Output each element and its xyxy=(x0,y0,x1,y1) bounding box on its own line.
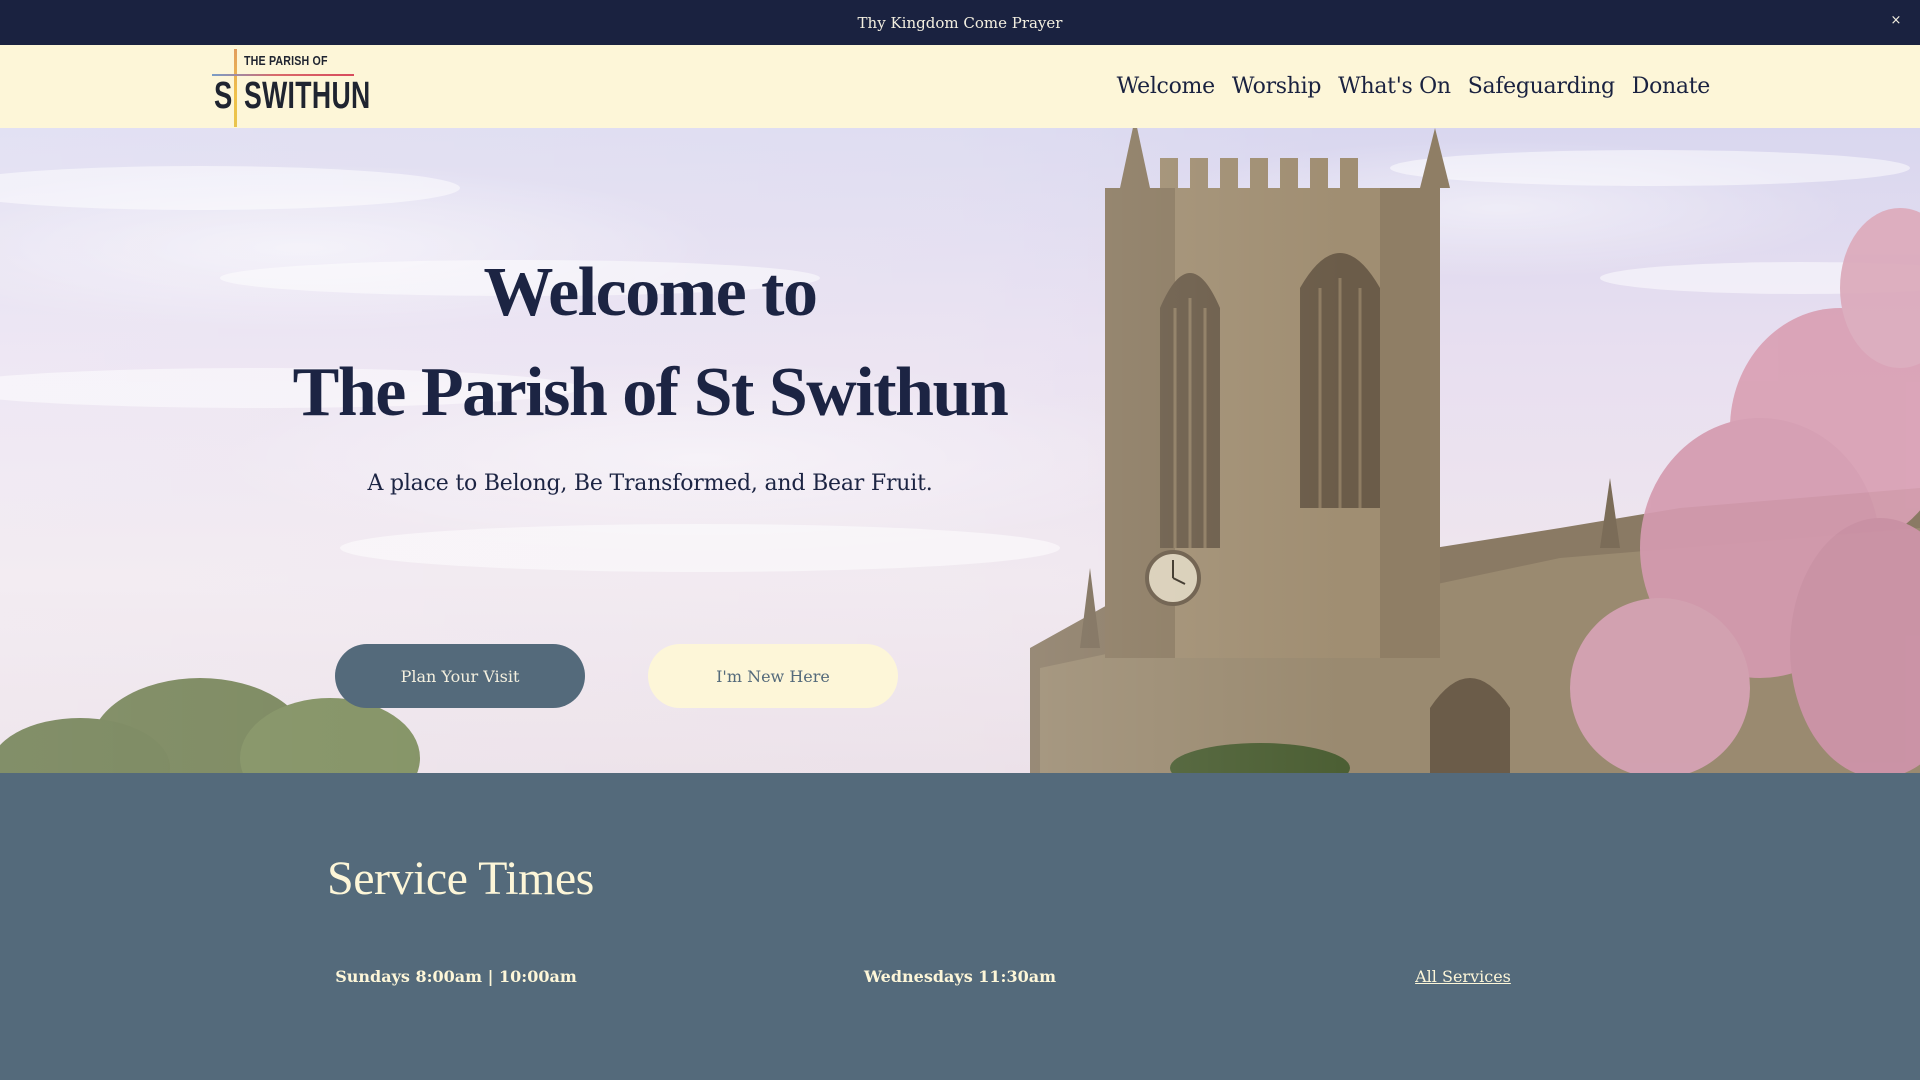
im-new-here-button[interactable]: I'm New Here xyxy=(648,644,898,708)
nav-item-donate[interactable]: Donate xyxy=(1632,74,1711,99)
hero-title: Welcome to The Parish of St Swithun xyxy=(270,243,1030,443)
service-sundays: Sundays 8:00am | 10:00am xyxy=(335,967,577,986)
nav-item-safeguarding[interactable]: Safeguarding xyxy=(1468,74,1615,99)
hero-section: Welcome to The Parish of St Swithun A pl… xyxy=(0,128,1920,773)
logo-s-letter: S xyxy=(214,75,233,117)
nav-item-whats-on[interactable]: What's On xyxy=(1338,74,1451,99)
service-times-section: Service Times Sundays 8:00am | 10:00am W… xyxy=(0,773,1920,1080)
site-logo[interactable]: THE PARISH OF S SWITHUN xyxy=(210,47,370,127)
nav-item-welcome[interactable]: Welcome xyxy=(1117,74,1216,99)
plan-your-visit-button[interactable]: Plan Your Visit xyxy=(335,644,585,708)
hero-title-line-2: The Parish of St Swithun xyxy=(292,354,1009,431)
announcement-text[interactable]: Thy Kingdom Come Prayer xyxy=(858,14,1063,32)
main-nav: Welcome Worship What's On Safeguarding D… xyxy=(1117,45,1711,128)
service-times-title: Service Times xyxy=(327,852,594,905)
announcement-bar: Thy Kingdom Come Prayer × xyxy=(0,0,1920,45)
all-services-link[interactable]: All Services xyxy=(1310,967,1616,986)
hero-title-line-1: Welcome to xyxy=(483,254,818,331)
nav-item-worship[interactable]: Worship xyxy=(1232,74,1322,99)
logo-cross-vertical xyxy=(234,49,237,127)
site-header: THE PARISH OF S SWITHUN Welcome Worship … xyxy=(0,45,1920,128)
service-wednesdays: Wednesdays 11:30am xyxy=(863,967,1056,986)
hero-subtitle: A place to Belong, Be Transformed, and B… xyxy=(367,471,933,496)
logo-main-text: SWITHUN xyxy=(244,75,371,117)
logo-top-text: THE PARISH OF xyxy=(244,53,328,68)
close-icon[interactable]: × xyxy=(1886,10,1906,30)
hero-text-block: Welcome to The Parish of St Swithun A pl… xyxy=(270,243,1030,496)
